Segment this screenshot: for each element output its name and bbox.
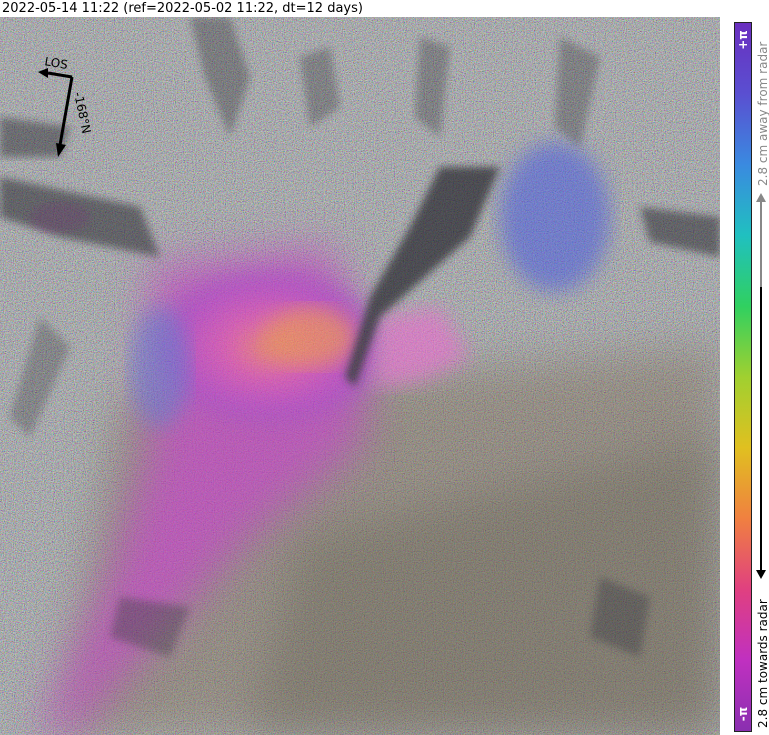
towards-arrow-line	[760, 287, 762, 572]
los-compass: LOS -168°N	[38, 57, 94, 157]
interferogram-image	[0, 17, 720, 735]
away-from-radar-label: 2.8 cm away from radar	[756, 41, 769, 186]
phase-colorbar: +π -π	[734, 22, 752, 732]
image-title: 2022-05-14 11:22 (ref=2022-05-02 11:22, …	[2, 1, 363, 16]
los-arrow-head	[38, 68, 48, 78]
colorbar-bottom-label: -π	[736, 706, 750, 722]
colorbar-top-label: +π	[736, 30, 750, 50]
heading-label: -168°N	[71, 91, 93, 135]
north-arrow-shaft	[58, 76, 74, 146]
north-arrow-head	[56, 143, 66, 157]
interferogram-map: LOS -168°N	[0, 17, 720, 735]
los-arrow-shaft	[47, 71, 73, 79]
towards-radar-label: 2.8 cm towards radar	[756, 599, 769, 728]
towards-arrow-icon	[756, 570, 766, 579]
